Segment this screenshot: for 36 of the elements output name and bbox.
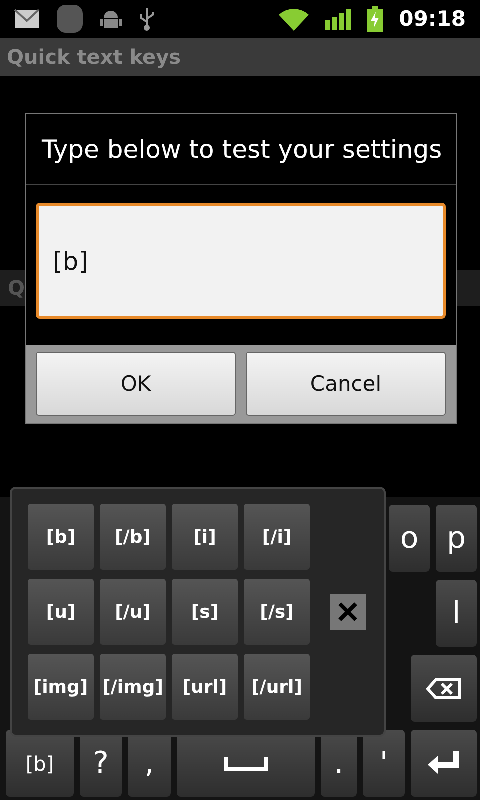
space-icon [224,756,268,770]
quick-text-key[interactable]: [/url] [244,654,310,720]
android-icon [100,8,122,30]
dialog-button[interactable]: Cancel [246,352,446,416]
usb-icon [138,6,156,32]
keyboard-key[interactable]: o [389,505,430,572]
wifi-icon [279,7,310,31]
quick-text-key[interactable]: [/i] [244,504,310,570]
quick-text-key[interactable]: [url] [172,654,238,720]
close-button[interactable] [330,594,366,630]
quick-text-key[interactable]: [/u] [100,579,166,645]
keyboard-key[interactable]: p [436,505,477,572]
backspace-icon [426,678,462,700]
quick-text-key[interactable]: [img] [28,654,94,720]
close-icon [338,602,358,622]
enter-key[interactable] [411,730,477,797]
backspace-key[interactable] [411,655,477,722]
quick-text-key[interactable]: [/b] [100,504,166,570]
app-icon [56,4,84,34]
mail-icon [14,9,40,29]
battery-charging-icon [367,6,384,32]
keyboard-key[interactable]: l [436,580,477,647]
input-field[interactable]: [b] [36,203,446,319]
quick-text-key[interactable]: [/s] [244,579,310,645]
quick-text-key[interactable]: [u] [28,579,94,645]
signal-icon [325,8,352,30]
keyboard-key[interactable]: [b] [6,730,74,797]
keyboard-key[interactable]: ' [363,730,405,797]
screen-title: Quick text keys [7,45,182,69]
quick-text-key[interactable]: [i] [172,504,238,570]
dialog-button[interactable]: OK [36,352,236,416]
quick-text-key[interactable]: [b] [28,504,94,570]
quick-text-key[interactable]: [s] [172,579,238,645]
clock-time: 09:18 [399,7,466,31]
dialog-title: Type below to test your settings [26,114,456,185]
quick-text-key[interactable]: [/img] [100,654,166,720]
